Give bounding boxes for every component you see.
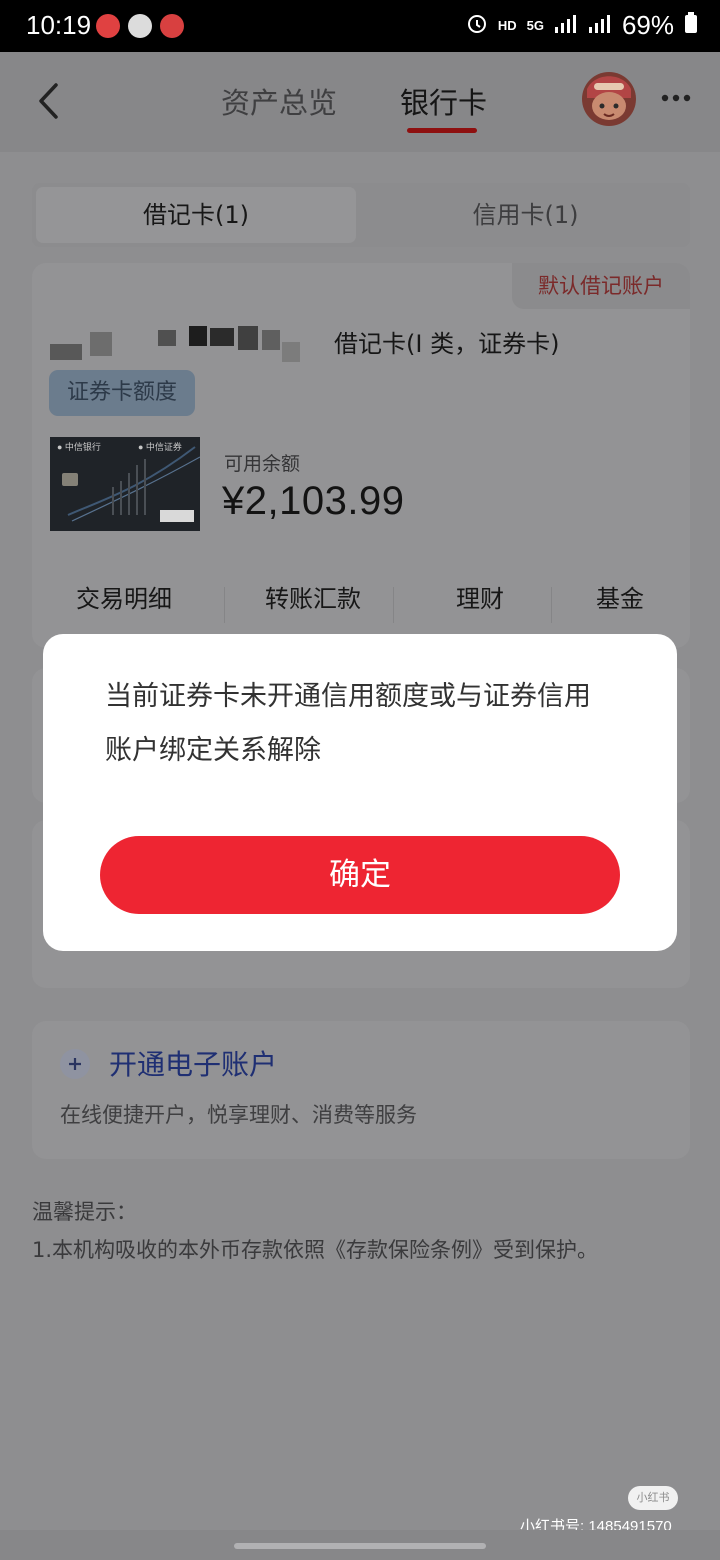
bank-card-image: ● 中信银行 ● 中信证券 (50, 437, 200, 531)
home-indicator[interactable] (234, 1543, 486, 1549)
mask-block (50, 344, 82, 360)
card-type-label: 借记卡(I 类，证券卡) (334, 330, 560, 358)
dialog-message: 当前证券卡未开通信用额度或与证券信用账户绑定关系解除 (105, 681, 591, 766)
securities-card-quota-button[interactable]: 证券卡额度 (49, 370, 195, 416)
mask-block (210, 328, 234, 346)
divider (551, 587, 552, 623)
card-actions: 交易明细 转账汇款 理财 基金 (32, 579, 690, 629)
tab-credit-card[interactable]: 信用卡(1) (361, 183, 690, 247)
wechat-icon (128, 14, 152, 38)
notification-app-icon (96, 14, 120, 38)
status-bar: 10:19 HD 5G 69% (0, 0, 720, 52)
alert-dialog: 当前证券卡未开通信用额度或与证券信用账户绑定关系解除 确定 (43, 634, 677, 951)
open-account-title: 开通电子账户 (109, 1048, 278, 1081)
mask-block (282, 342, 300, 362)
transaction-details-button[interactable]: 交易明细 (76, 579, 172, 614)
open-account-subtitle: 在线便捷开户，悦享理财、消费等服务 (60, 1103, 417, 1127)
back-arrow-icon (39, 83, 58, 119)
top-navigation: 资产总览 银行卡 (0, 52, 720, 152)
mask-block (90, 332, 112, 356)
mask-block (189, 326, 207, 346)
back-button[interactable] (26, 76, 70, 126)
more-icon (661, 94, 691, 102)
mask-block (262, 330, 280, 350)
open-electronic-account-card[interactable]: 开通电子账户 在线便捷开户，悦享理财、消费等服务 (32, 1021, 690, 1159)
tips-text: 1.本机构吸收的本外币存款依照《存款保险条例》受到保护。 (32, 1238, 599, 1262)
signal-icon-2 (588, 12, 612, 39)
fund-button[interactable]: 基金 (596, 579, 644, 614)
bank-logo-2: ● 中信证券 (138, 442, 182, 452)
card-chip (62, 473, 78, 486)
active-tab-indicator (407, 128, 477, 133)
avatar[interactable] (580, 70, 638, 128)
hd-indicator: HD (497, 18, 517, 33)
tab-debit-card[interactable]: 借记卡(1) (36, 187, 356, 243)
confirm-button[interactable]: 确定 (100, 836, 620, 914)
notification-app-icon-2 (160, 14, 184, 38)
signal-icon (554, 12, 578, 39)
alarm-icon (466, 12, 488, 39)
masked-account-number (50, 326, 300, 364)
status-right: HD 5G 69% (466, 10, 698, 41)
more-button[interactable] (658, 86, 694, 110)
network-5g-indicator: 5G (526, 18, 544, 33)
status-time: 10:19 (26, 10, 92, 40)
bank-logo: ● 中信银行 (57, 442, 101, 452)
available-balance-value: ¥2,103.99 (222, 479, 405, 523)
battery-icon (684, 12, 698, 39)
transfer-button[interactable]: 转账汇款 (265, 579, 361, 614)
debit-card-panel: 默认借记账户 借记卡(I 类，证券卡) 证券卡额度 ● 中信银行 ● 中信证券 … (32, 263, 690, 648)
default-account-badge: 默认借记账户 (512, 263, 690, 309)
tab-asset-overview[interactable]: 资产总览 (221, 80, 337, 122)
divider (393, 587, 394, 623)
wealth-management-button[interactable]: 理财 (456, 579, 504, 614)
battery-percentage: 69% (621, 10, 674, 40)
plus-icon (60, 1049, 90, 1079)
divider (224, 587, 225, 623)
watermark-logo: 小红书 (628, 1486, 678, 1510)
tab-bank-card[interactable]: 银行卡 (400, 80, 487, 122)
mask-block (238, 326, 258, 350)
card-type-tabs: 借记卡(1) 信用卡(1) (32, 183, 690, 247)
mask-block (158, 330, 176, 346)
available-balance-label: 可用余额 (224, 453, 301, 475)
tips-title: 温馨提示： (32, 1200, 137, 1224)
